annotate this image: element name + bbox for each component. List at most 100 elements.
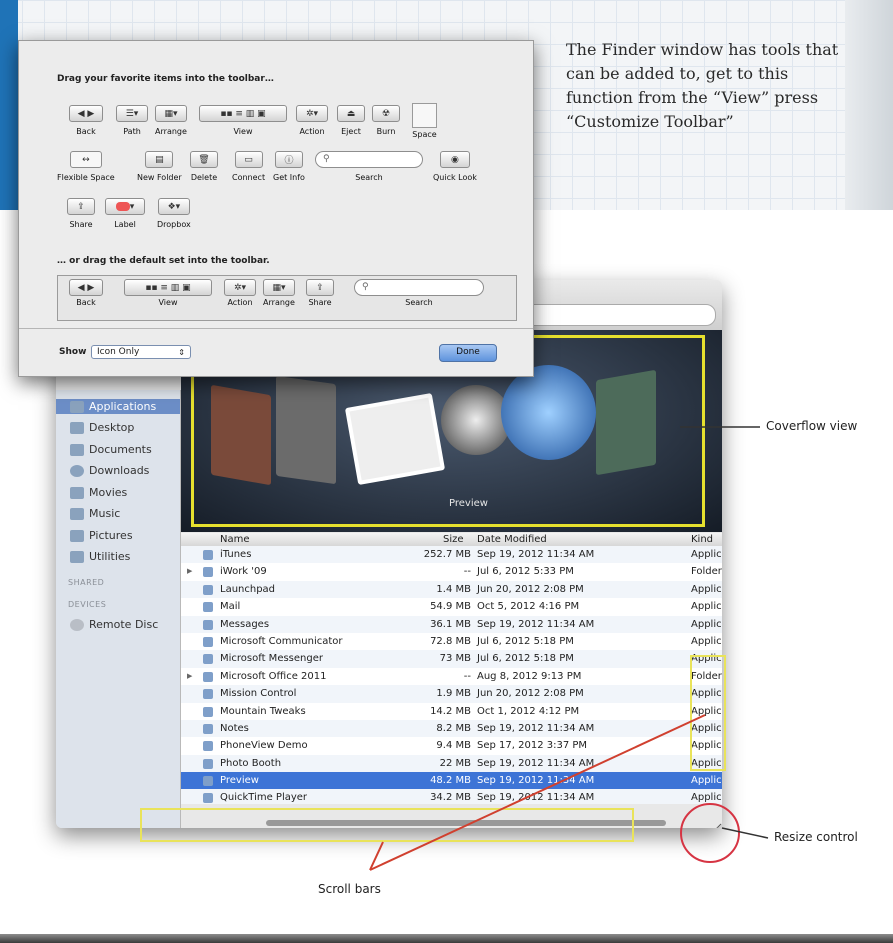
instruction-note: The Finder window has tools that can be … [566, 40, 839, 131]
table-row[interactable]: QuickTime Player 34.2 MB Sep 19, 2012 11:3… [181, 789, 722, 804]
sidebar-item-label: Desktop [89, 421, 135, 434]
sidebar-item-label: Pictures [89, 529, 133, 542]
tool-label: Label [114, 220, 136, 229]
tool-label: Arrange [263, 298, 295, 307]
show-dropdown[interactable]: Icon Only ⇕ [91, 345, 191, 359]
table-row[interactable]: ▶ Microsoft Office 2011 -- Aug 8, 2012 9:13… [181, 668, 722, 685]
tool-label: Back [76, 127, 96, 136]
tool-label: Space [412, 130, 437, 139]
tool-new-folder[interactable]: ▤ New Folder [137, 151, 182, 182]
sidebar-item-pictures[interactable]: Pictures [70, 529, 133, 542]
table-row[interactable]: Mountain Tweaks 14.2 MB Oct 1, 2012 4:12 P… [181, 703, 722, 720]
documents-icon [70, 443, 84, 456]
tool-path[interactable]: ☰▾ Path [116, 105, 148, 136]
tool-label-color[interactable]: ▾ Label [105, 198, 145, 229]
drag-items-heading: Drag your favorite items into the toolba… [57, 74, 274, 84]
tool-label: Quick Look [433, 173, 477, 182]
sidebar-item-label: Downloads [89, 464, 150, 477]
sidebar-item-desktop[interactable]: Desktop [70, 421, 134, 434]
cell-date: Sep 19, 2012 11:34 AM [477, 618, 595, 630]
gear-icon: ✲▾ [296, 105, 328, 122]
tool-search[interactable]: ⚲ Search [315, 151, 423, 182]
tool-eject[interactable]: ⏏ Eject [337, 105, 365, 136]
tool-label: Search [355, 173, 383, 182]
sidebar-item-label: Utilities [89, 550, 131, 563]
table-row[interactable]: Microsoft Communicator 72.8 MB Jul 6, 2012… [181, 633, 722, 650]
column-header-size[interactable]: Size [443, 534, 464, 545]
cell-size: 8.2 MB [436, 722, 471, 734]
resize-control-highlight [680, 803, 740, 863]
disclosure-triangle-icon[interactable]: ▶ [187, 668, 192, 685]
default-tool-view: ▪▪ ≡ ▥ ▣ View [124, 279, 212, 307]
sidebar-item-documents[interactable]: Documents [70, 443, 152, 456]
tool-burn[interactable]: ☢ Burn [372, 105, 400, 136]
cell-name: Photo Booth [220, 757, 282, 769]
file-icon [203, 776, 213, 787]
sidebar-item-music[interactable]: Music [70, 507, 120, 520]
cell-size: 1.9 MB [436, 688, 471, 700]
sidebar-item-label: Documents [89, 443, 152, 456]
tool-label: Flexible Space [57, 173, 115, 182]
finder-search-field[interactable] [514, 304, 716, 326]
tool-flexible-space[interactable]: ↔ Flexible Space [57, 151, 115, 182]
table-row[interactable]: Launchpad 1.4 MB Jun 20, 2012 2:08 PM Appli… [181, 580, 722, 599]
sidebar-item-movies[interactable]: Movies [70, 486, 127, 499]
tool-action[interactable]: ✲▾ Action [296, 105, 328, 136]
cell-date: Sep 19, 2012 11:34 AM [477, 775, 595, 787]
sidebar-item-remote-disc[interactable]: Remote Disc [70, 618, 158, 631]
table-row[interactable]: ▶ iWork '09 -- Jul 6, 2012 5:33 PM Folder [181, 563, 722, 580]
table-row[interactable]: Preview 48.2 MB Sep 19, 2012 11:34 AM Appli… [181, 772, 722, 790]
table-row[interactable]: Mail 54.9 MB Oct 5, 2012 4:16 PM Applic [181, 598, 722, 615]
tool-delete[interactable]: 🗑 Delete [190, 151, 218, 182]
file-icon [203, 619, 213, 630]
sidebar-item-label: Music [89, 507, 121, 520]
disclosure-triangle-icon[interactable]: ▶ [187, 563, 192, 580]
column-header-name[interactable]: Name [220, 534, 250, 545]
tool-dropbox[interactable]: ❖▾ Dropbox [157, 198, 191, 229]
default-tool-arrange: ▦▾ Arrange [263, 279, 295, 307]
table-row[interactable]: PhoneView Demo 9.4 MB Sep 17, 2012 3:37 PM… [181, 737, 722, 754]
table-row[interactable]: Notes 8.2 MB Sep 19, 2012 11:34 AM Applic [181, 719, 722, 738]
connect-icon: ▭ [234, 151, 263, 168]
sidebar-item-applications[interactable]: Applications [56, 399, 180, 414]
done-button[interactable]: Done [439, 344, 497, 362]
file-list: iTunes 252.7 MB Sep 19, 2012 11:34 AM Appli… [181, 546, 722, 804]
tool-get-info[interactable]: ⓘ Get Info [273, 151, 305, 182]
table-row[interactable]: Photo Booth 22 MB Sep 19, 2012 11:34 AM App… [181, 754, 722, 773]
arrange-icon: ▦▾ [155, 105, 187, 122]
view-modes-icon: ▪▪ ≡ ▥ ▣ [199, 105, 287, 122]
column-header-date[interactable]: Date Modified [477, 534, 547, 545]
tool-share[interactable]: ⇪ Share [67, 198, 95, 229]
tool-view[interactable]: ▪▪ ≡ ▥ ▣ View [199, 105, 287, 136]
tool-label: Get Info [273, 173, 305, 182]
tool-label: New Folder [137, 173, 182, 182]
cell-size: -- [463, 566, 471, 578]
cell-date: Jun 20, 2012 2:08 PM [477, 583, 584, 595]
torn-edge [845, 0, 893, 210]
list-header: Name Size Date Modified Kind [181, 533, 722, 547]
sidebar-item-utilities[interactable]: Utilities [70, 550, 130, 563]
tool-label: Path [123, 127, 141, 136]
back-forward-icon: ◀ ▶ [69, 105, 103, 122]
cell-kind: Applic [691, 775, 722, 787]
tool-space[interactable]: Space [412, 103, 437, 139]
cell-date: Sep 19, 2012 11:34 AM [477, 549, 595, 560]
table-row[interactable]: Microsoft Messenger 73 MB Jul 6, 2012 5:18… [181, 650, 722, 668]
table-row[interactable]: Messages 36.1 MB Sep 19, 2012 11:34 AM Appl… [181, 615, 722, 633]
file-icon [203, 671, 213, 682]
music-icon [70, 507, 84, 520]
cell-kind: Applic [691, 583, 722, 595]
cell-kind: Applic [691, 549, 722, 560]
table-row[interactable]: Mission Control 1.9 MB Jun 20, 2012 2:08 P… [181, 685, 722, 703]
default-toolbar-set[interactable]: ◀ ▶ Back ▪▪ ≡ ▥ ▣ View ✲▾ Action ▦▾ Arra… [57, 275, 517, 321]
column-header-kind[interactable]: Kind [691, 534, 713, 545]
tool-arrange[interactable]: ▦▾ Arrange [155, 105, 187, 136]
file-icon [203, 636, 213, 647]
table-row[interactable]: iTunes 252.7 MB Sep 19, 2012 11:34 AM Appli… [181, 546, 722, 564]
file-icon [203, 723, 213, 734]
tool-back[interactable]: ◀ ▶ Back [69, 105, 103, 136]
tool-label: Eject [341, 127, 361, 136]
sidebar-item-downloads[interactable]: Downloads [70, 464, 149, 477]
tool-connect[interactable]: ▭ Connect [232, 151, 265, 182]
tool-quick-look[interactable]: ◉ Quick Look [433, 151, 477, 182]
